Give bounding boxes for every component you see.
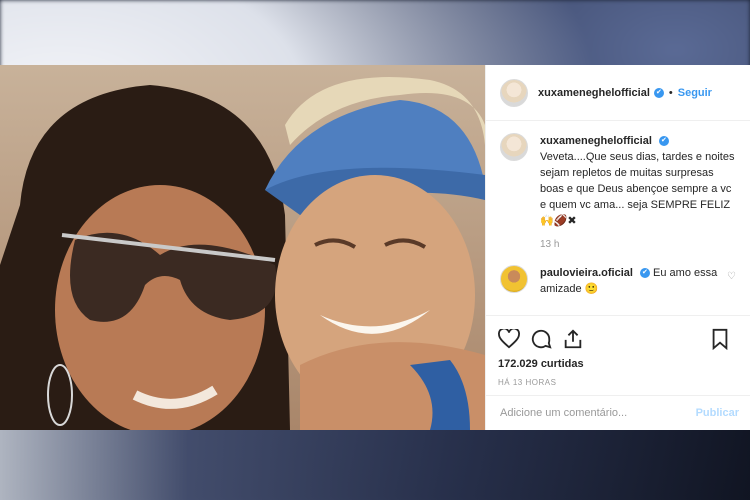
caption-text: Veveta....Que seus dias, tardes e noites…: [540, 151, 735, 211]
heart-icon[interactable]: [498, 329, 520, 349]
verified-icon: ✔: [658, 136, 669, 147]
post-photo[interactable]: [0, 65, 485, 430]
caption-body: xuxameneghelofficial ✔ Veveta....Que seu…: [540, 133, 736, 253]
caption-emojis: 🙌🏈✖: [540, 215, 577, 227]
publish-button[interactable]: Publicar: [696, 407, 739, 419]
verified-icon: ✔: [639, 268, 650, 279]
post-sidebar: xuxameneghelofficial ✔ • Seguir xuxamene…: [485, 65, 750, 430]
small-heart-icon[interactable]: ♡: [727, 271, 736, 282]
comment-body: paulovieira.oficial ✔ Eu amo essa amizad…: [540, 265, 721, 297]
instagram-post: xuxameneghelofficial ✔ • Seguir xuxamene…: [0, 65, 750, 430]
posted-ago: HÁ 13 HORAS: [498, 378, 557, 387]
caption-avatar[interactable]: [500, 133, 528, 161]
comments-section: xuxameneghelofficial ✔ Veveta....Que seu…: [486, 121, 750, 311]
verified-icon: ✔: [653, 87, 664, 98]
caption-username[interactable]: xuxameneghelofficial: [540, 135, 652, 147]
comment-row: paulovieira.oficial ✔ Eu amo essa amizad…: [500, 265, 736, 297]
share-icon[interactable]: [562, 328, 584, 350]
add-comment-bar: Publicar: [486, 395, 750, 430]
bookmark-icon[interactable]: [711, 328, 729, 350]
comment-icon[interactable]: [530, 328, 552, 350]
comment-input[interactable]: [498, 406, 696, 420]
post-header: xuxameneghelofficial ✔ • Seguir: [486, 65, 750, 121]
post-actions: 172.029 curtidas HÁ 13 HORAS: [486, 315, 750, 387]
selfie-photo-illustration: [0, 65, 485, 430]
action-icons: [498, 326, 739, 352]
author-username[interactable]: xuxameneghelofficial: [538, 87, 650, 99]
blurred-background-bottom: [0, 430, 750, 500]
comment-emoji: 🙂: [584, 283, 599, 295]
commenter-avatar[interactable]: [500, 265, 528, 293]
follow-button[interactable]: Seguir: [678, 87, 712, 99]
likes-count[interactable]: 172.029 curtidas: [498, 358, 739, 370]
separator-dot: •: [668, 86, 673, 99]
commenter-username[interactable]: paulovieira.oficial: [540, 267, 633, 279]
caption-time: 13 h: [540, 239, 560, 250]
author-avatar[interactable]: [500, 78, 528, 107]
caption-row: xuxameneghelofficial ✔ Veveta....Que seu…: [500, 133, 736, 253]
